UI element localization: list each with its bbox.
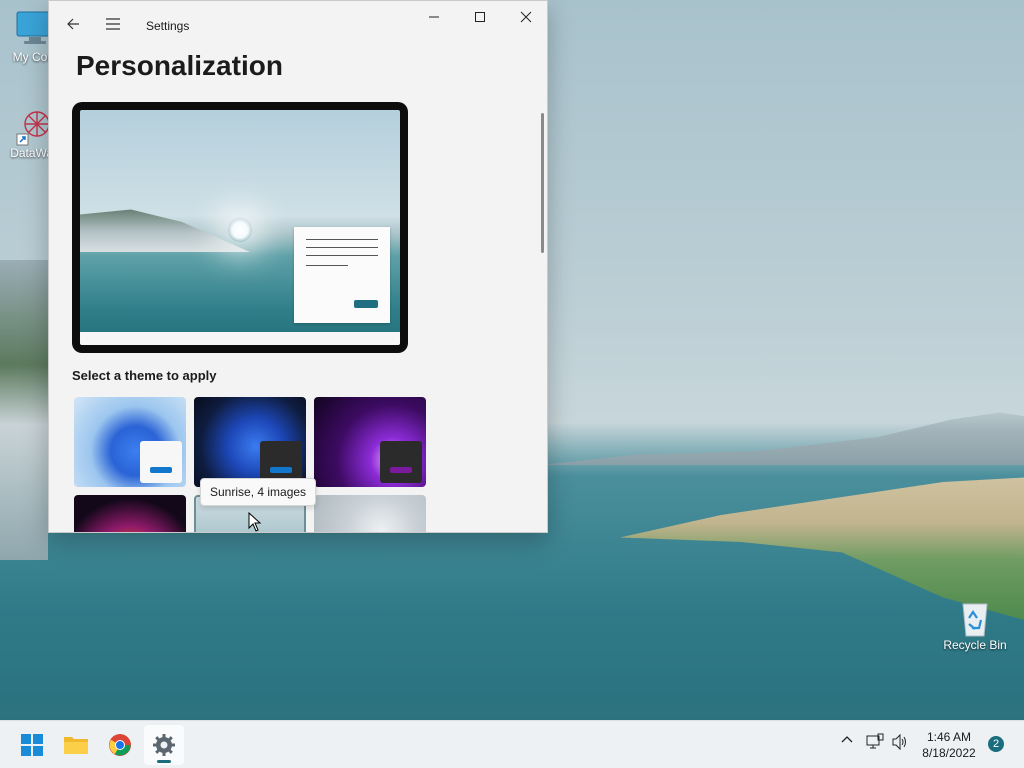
clock-date: 8/18/2022	[922, 746, 976, 760]
desktop-icon-label: Recycle Bin	[943, 638, 1007, 652]
file-explorer-button[interactable]	[56, 725, 96, 765]
theme-mini-window	[140, 441, 182, 483]
settings-window: Settings Personalization Select a theme …	[48, 0, 548, 533]
wallpaper-hills	[540, 412, 1024, 465]
start-button[interactable]	[12, 725, 52, 765]
desktop-icon-recycle-bin[interactable]: Recycle Bin	[940, 598, 1010, 652]
maximize-button[interactable]	[457, 1, 503, 33]
theme-tile-captured-motion[interactable]	[74, 495, 186, 532]
theme-tile-windows-light[interactable]	[74, 397, 186, 487]
theme-section-label: Select a theme to apply	[72, 368, 217, 383]
minimize-button[interactable]	[411, 1, 457, 33]
volume-icon[interactable]	[891, 733, 909, 756]
page-title: Personalization	[76, 50, 283, 81]
mouse-cursor-icon	[248, 511, 262, 537]
minimize-icon	[429, 16, 439, 18]
back-arrow-icon[interactable]	[58, 9, 88, 39]
theme-tooltip: Sunrise, 4 images	[200, 478, 317, 506]
active-indicator	[157, 760, 171, 763]
settings-taskbar-button[interactable]	[144, 725, 184, 765]
wallpaper-left-shore	[0, 260, 48, 560]
preview-sample-window	[294, 227, 390, 323]
clock-time: 1:46 AM	[926, 730, 972, 744]
network-icon[interactable]	[866, 733, 884, 756]
theme-tile-flow[interactable]	[314, 495, 426, 532]
close-button[interactable]	[503, 1, 547, 33]
theme-mini-window	[380, 441, 422, 483]
maximize-icon	[475, 12, 485, 22]
preview-sun	[228, 218, 252, 242]
theme-mini-window	[260, 441, 302, 483]
chrome-button[interactable]	[100, 725, 140, 765]
notification-badge[interactable]: 2	[988, 736, 1004, 752]
theme-tile-windows-dark[interactable]	[194, 397, 306, 487]
close-icon	[520, 11, 532, 23]
recycle-bin-icon	[955, 598, 995, 637]
taskbar-clock[interactable]: 1:46 AM 8/18/2022	[916, 729, 982, 761]
preview-hill	[80, 209, 250, 252]
window-titlebar[interactable]: Settings	[49, 1, 547, 49]
gear-icon	[153, 734, 175, 756]
preview-taskbar	[80, 332, 400, 345]
window-title: Settings	[146, 19, 190, 33]
scrollbar-thumb[interactable]	[541, 113, 544, 253]
windows-logo-icon	[21, 734, 43, 756]
taskbar: 1:46 AM 8/18/2022	[0, 720, 1024, 768]
theme-preview-screen	[80, 110, 400, 345]
show-hidden-icons-chevron-icon[interactable]	[840, 733, 854, 752]
theme-preview	[72, 102, 408, 353]
chrome-icon	[109, 734, 131, 756]
hamburger-menu-icon[interactable]	[98, 9, 128, 39]
theme-tile-glow[interactable]	[314, 397, 426, 487]
preview-accent-button	[354, 300, 378, 308]
folder-icon	[64, 737, 88, 754]
